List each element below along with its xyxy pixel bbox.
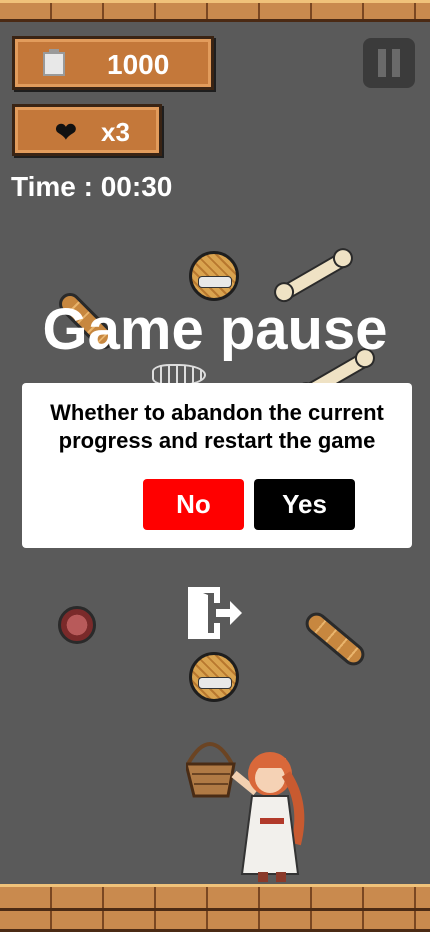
bottom-wood-border <box>0 884 430 932</box>
baguette-item <box>301 608 369 670</box>
score-value: 1000 <box>107 49 170 80</box>
sausage-item <box>58 606 96 644</box>
no-button[interactable]: No <box>143 479 244 530</box>
bread-roll-item <box>189 652 239 702</box>
pause-button[interactable] <box>363 38 415 88</box>
exit-door-icon[interactable] <box>186 585 244 641</box>
heart-icon: ❤ <box>55 117 77 147</box>
player-character <box>184 734 326 884</box>
yes-button[interactable]: Yes <box>254 479 355 530</box>
pause-icon-bar <box>392 49 400 77</box>
clipboard-icon <box>43 49 65 76</box>
score-panel: 1000 <box>12 36 214 90</box>
time-display: Time : 00:30 <box>11 171 173 202</box>
top-wood-border <box>0 0 430 22</box>
pause-icon-bar <box>378 49 386 77</box>
lives-panel: ❤ x3 <box>12 104 162 156</box>
restart-dialog: Whether to abandon the current progress … <box>22 383 412 548</box>
pause-title: Game pause <box>42 297 388 362</box>
dialog-message: Whether to abandon the current progress … <box>50 400 384 453</box>
lives-count: x3 <box>101 117 130 147</box>
bread-roll-item <box>189 251 239 301</box>
bone-item <box>278 251 350 301</box>
